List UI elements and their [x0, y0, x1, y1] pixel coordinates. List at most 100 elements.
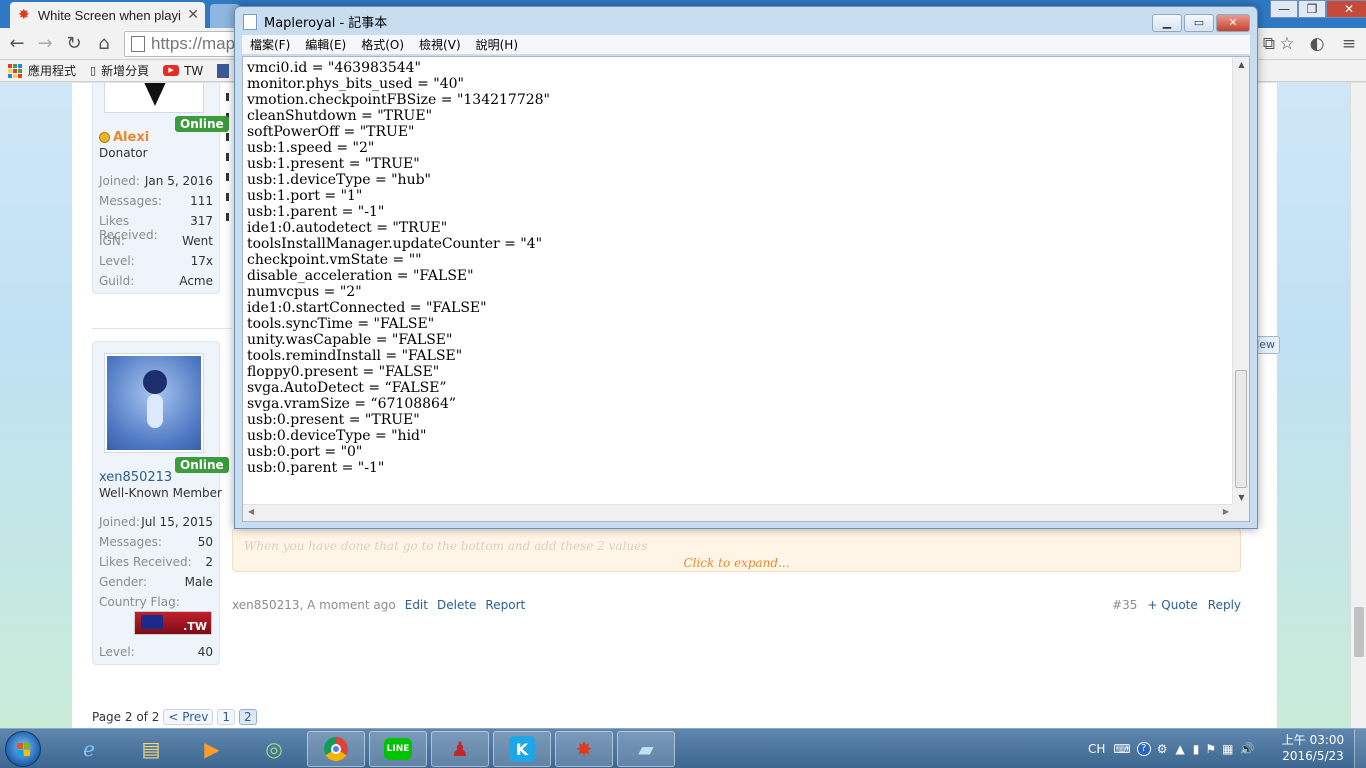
volume-icon[interactable]: 🔊 — [1239, 742, 1254, 756]
qq-icon[interactable]: ◎ — [245, 731, 303, 767]
maple-icon[interactable]: ✸ — [555, 731, 613, 767]
menu-file[interactable]: 檔案(F) — [250, 36, 290, 53]
notepad-line: usb:0.deviceType = "hid" — [247, 428, 427, 444]
keyboard-icon[interactable]: ⌨ — [1113, 742, 1130, 756]
notepad-scroll-thumb[interactable] — [1235, 370, 1247, 488]
close-window-button[interactable]: ✕ — [1326, 0, 1366, 18]
notepad-horizontal-scrollbar[interactable]: ◀ ▶ — [243, 504, 1234, 521]
scroll-up-icon[interactable]: ▲ — [1233, 60, 1250, 69]
clock[interactable]: 上午 03:00 2016/5/23 — [1278, 732, 1348, 764]
bookmark-label: 應用程式 — [28, 64, 77, 78]
bookmark-new-tab[interactable]: ▯ 新增分頁 — [90, 62, 149, 79]
click-to-expand-link[interactable]: Click to expand... — [233, 556, 1240, 570]
notepad-line: tools.syncTime = "FALSE" — [247, 316, 435, 332]
notepad-line: ide1:0.startConnected = "FALSE" — [247, 300, 487, 316]
facebook-icon[interactable] — [217, 63, 230, 78]
explorer-icon[interactable]: ▤ — [122, 731, 180, 767]
menu-help[interactable]: 說明(H) — [476, 36, 518, 53]
page-1-button[interactable]: 1 — [217, 709, 236, 725]
home-icon[interactable]: ⌂ — [92, 32, 116, 56]
user-stat: Level: 17x — [99, 254, 213, 268]
notepad-line: monitor.phys_bits_used = "40" — [247, 76, 464, 92]
device-icon[interactable]: ▮ — [1193, 742, 1200, 756]
avatar[interactable] — [104, 353, 204, 453]
post-number[interactable]: #35 — [1112, 598, 1137, 612]
reply-link[interactable]: Reply — [1208, 598, 1241, 612]
scroll-down-icon[interactable]: ▼ — [1233, 493, 1250, 502]
notepad-line: tools.remindInstall = "FALSE" — [247, 348, 463, 364]
resize-grip[interactable] — [1232, 504, 1249, 521]
tab-close-icon[interactable]: ✕ — [187, 7, 199, 23]
start-button[interactable] — [5, 731, 41, 767]
username[interactable]: Alexi — [99, 130, 149, 145]
scrollbar-thumb[interactable] — [1354, 607, 1364, 657]
edit-link[interactable]: Edit — [405, 598, 428, 612]
maple-leaf-icon: ✸ — [18, 7, 30, 23]
help-icon[interactable]: ? — [1136, 742, 1151, 756]
notepad-icon[interactable]: ▰ — [617, 731, 675, 767]
apps-icon — [8, 63, 22, 78]
game-icon[interactable]: ♟ — [431, 731, 489, 767]
report-link[interactable]: Report — [485, 598, 525, 612]
notepad-maximize-button[interactable]: ▭ — [1184, 14, 1214, 32]
extension-icon[interactable]: ◐ — [1306, 33, 1328, 55]
browser-tab-active[interactable]: ✸ White Screen when playing ✕ — [10, 2, 205, 28]
notepad-line: toolsInstallManager.updateCounter = "4" — [247, 236, 543, 252]
media-player-icon[interactable]: ▶ — [183, 731, 241, 767]
minimize-button[interactable]: — — [1270, 0, 1298, 18]
bookmark-star-icon[interactable]: ☆ — [1276, 33, 1298, 55]
scroll-right-icon[interactable]: ▶ — [1223, 507, 1229, 516]
k-icon[interactable]: K — [493, 731, 551, 767]
page-scrollbar[interactable] — [1350, 83, 1366, 728]
quote-link[interactable]: + Quote — [1147, 598, 1197, 612]
network-icon[interactable]: ▦ — [1222, 742, 1233, 756]
browser-window-controls: — ❐ ✕ — [1270, 0, 1366, 20]
bookmark-youtube[interactable]: ▶ TW — [163, 64, 203, 78]
menu-edit[interactable]: 編輯(E) — [305, 36, 346, 53]
maximize-button[interactable]: ❐ — [1298, 0, 1326, 18]
forward-icon[interactable]: → — [33, 32, 57, 56]
bookmark-apps[interactable]: 應用程式 — [8, 62, 76, 79]
notepad-close-button[interactable]: ✕ — [1216, 14, 1250, 32]
back-icon[interactable]: ← — [5, 32, 29, 56]
chrome-icon[interactable] — [307, 731, 365, 767]
notepad-line: vmotion.checkpointFBSize = "134217728" — [247, 92, 550, 108]
notepad-line: unity.wasCapable = "FALSE" — [247, 332, 453, 348]
notepad-menubar: 檔案(F) 編輯(E) 格式(O) 檢視(V) 說明(H) — [242, 35, 1250, 55]
flag-icon[interactable]: ⚑ — [1205, 742, 1216, 756]
notepad-line: disable_acceleration = "FALSE" — [247, 268, 474, 284]
donator-icon — [99, 132, 110, 143]
notepad-titlebar[interactable]: Mapleroyal - 記事本 — [243, 12, 387, 31]
notepad-line: floppy0.present = "FALSE" — [247, 364, 440, 380]
page-2-button[interactable]: 2 — [239, 709, 257, 725]
notepad-line: svga.vramSize = “67108864” — [247, 396, 457, 412]
ie-icon[interactable]: ℯ — [60, 731, 118, 767]
tray-expand-icon[interactable]: ▲ — [1176, 742, 1185, 756]
scroll-left-icon[interactable]: ◀ — [248, 507, 254, 516]
prev-page-button[interactable]: < Prev — [163, 709, 214, 725]
reload-icon[interactable]: ↻ — [62, 32, 86, 56]
notepad-minimize-button[interactable]: ▁ — [1152, 14, 1182, 32]
user-stat: Messages: 111 — [99, 194, 213, 208]
menu-format[interactable]: 格式(O) — [361, 36, 404, 53]
notepad-line: vmci0.id = "463983544" — [247, 60, 421, 76]
notepad-text-area[interactable]: vmci0.id = "463983544" monitor.phys_bits_… — [242, 56, 1250, 522]
menu-icon[interactable]: ≡ — [1338, 33, 1360, 55]
avatar[interactable] — [104, 83, 204, 113]
notepad-content[interactable]: vmci0.id = "463983544" monitor.phys_bits_… — [247, 60, 1233, 476]
bookmark-label: 新增分頁 — [101, 64, 150, 78]
user-stat: Joined: Jan 5, 2016 — [99, 174, 213, 188]
user-stat: IGN: Went — [99, 234, 213, 248]
language-indicator[interactable]: CH — [1088, 742, 1105, 756]
post-author-time[interactable]: xen850213, A moment ago — [232, 598, 396, 612]
username[interactable]: xen850213 — [99, 470, 172, 485]
settings-icon[interactable]: ⚙ — [1157, 742, 1168, 756]
notepad-line: softPowerOff = "TRUE" — [247, 124, 415, 140]
clock-time: 上午 03:00 — [1281, 733, 1345, 747]
delete-link[interactable]: Delete — [437, 598, 476, 612]
line-icon[interactable]: LINE — [369, 731, 427, 767]
notepad-vertical-scrollbar[interactable]: ▲ ▼ — [1232, 57, 1249, 505]
menu-view[interactable]: 檢視(V) — [419, 36, 461, 53]
show-desktop-button[interactable] — [1354, 729, 1366, 768]
address-bar[interactable]: https://map — [124, 31, 239, 57]
